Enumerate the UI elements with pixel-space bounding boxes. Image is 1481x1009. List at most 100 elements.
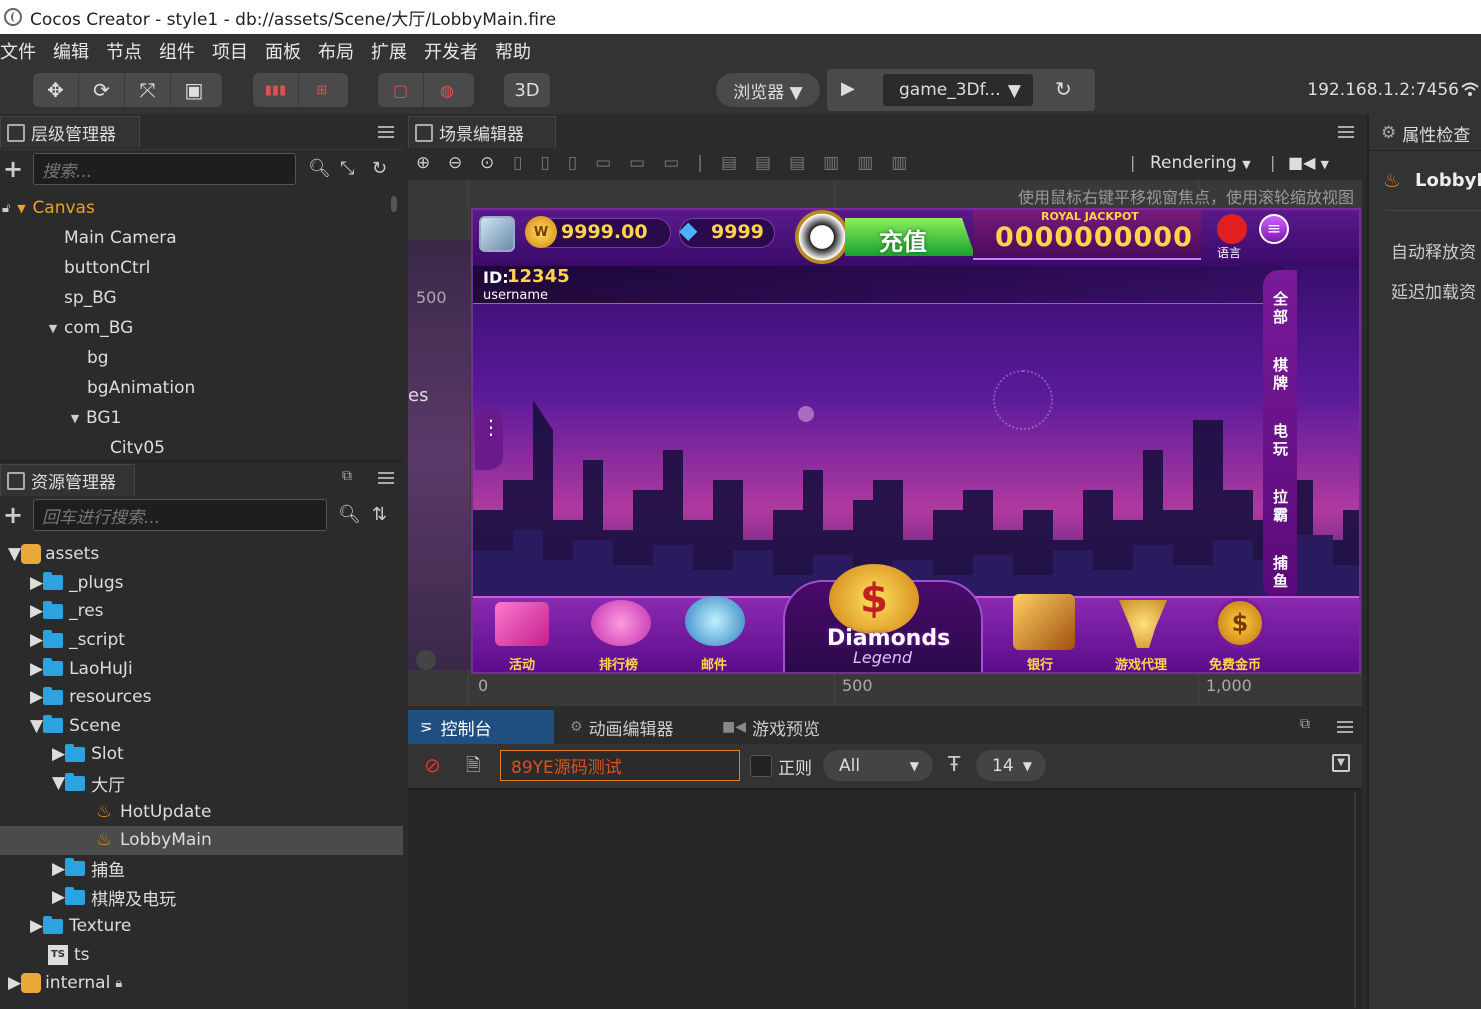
tree-row-com-bg[interactable]: ▼ com_BG <box>0 313 390 343</box>
side-tab-slots[interactable]: 拉霸 <box>1273 488 1289 524</box>
hierarchy-scrollbar[interactable] <box>391 196 397 212</box>
tree-row-bg1[interactable]: ▼ BG1 <box>0 403 390 433</box>
avatar[interactable] <box>479 216 515 252</box>
log-level-select[interactable]: All ▼ <box>823 750 933 781</box>
asset-row-hotupdate[interactable]: ♨ HotUpdate <box>0 797 403 826</box>
rendering-select[interactable]: Rendering ▼ <box>1150 153 1251 173</box>
sort-icon[interactable]: ⇅ <box>372 504 387 525</box>
hierarchy-search-input[interactable]: 搜索... <box>33 153 296 185</box>
asset-row-plugs[interactable]: ▶ _plugs <box>0 569 403 598</box>
console-filter-input[interactable]: 89YE源码测试 <box>500 750 740 781</box>
caret-right-icon[interactable]: ▶ <box>52 744 65 764</box>
tab-console[interactable]: ⋝ 控制台 <box>408 710 554 744</box>
tree-row-sp-bg[interactable]: sp_BG <box>0 283 390 313</box>
assets-search-input[interactable]: 回车进行搜索... <box>33 499 327 531</box>
tab-assets[interactable]: 资源管理器 <box>0 464 135 496</box>
side-tab-chess[interactable]: 棋牌 <box>1273 356 1289 392</box>
scale-tool-icon[interactable]: ⤧ <box>125 73 171 107</box>
tree-row-buttonctrl[interactable]: buttonCtrl <box>0 253 390 283</box>
panel-menu-icon[interactable] <box>378 472 394 484</box>
menu-project[interactable]: 项目 <box>212 38 256 64</box>
globe-gizmo-icon[interactable]: ◍ <box>424 73 470 107</box>
tree-row-main-camera[interactable]: Main Camera <box>0 223 390 253</box>
panel-menu-icon[interactable] <box>1338 126 1354 138</box>
free-coin-icon[interactable]: $ <box>1215 598 1265 648</box>
font-size-select[interactable]: 14 ▼ <box>976 750 1046 781</box>
caret-right-icon[interactable]: ▶ <box>30 630 43 650</box>
search-icon[interactable]: 🔍︎ <box>338 504 361 525</box>
collapse-log-icon[interactable]: ▼ <box>1332 754 1350 772</box>
gift-box-icon[interactable] <box>495 602 549 646</box>
asset-row-script[interactable]: ▶ _script <box>0 626 403 655</box>
clear-console-icon[interactable]: ⊘ <box>424 753 441 777</box>
scene-gizmo-icon[interactable]: ▢ <box>378 73 424 107</box>
open-log-file-icon[interactable]: 🗎︎ <box>466 753 480 783</box>
asset-row-internal[interactable]: ▶ internal 🔒︎ <box>0 969 403 998</box>
caret-right-icon[interactable]: ▶ <box>52 887 65 907</box>
asset-row-chess-games[interactable]: ▶ 棋牌及电玩 <box>0 883 403 912</box>
tab-inspector[interactable]: ⚙ 属性检查 <box>1369 116 1481 150</box>
coordinate-mode-icon[interactable]: ⊞ <box>299 73 345 107</box>
caret-down-icon[interactable]: ▼ <box>8 544 21 564</box>
add-node-icon[interactable]: + <box>3 155 23 183</box>
caret-down-icon[interactable]: ▼ <box>46 322 60 335</box>
caret-right-icon[interactable]: ▶ <box>30 601 43 621</box>
preview-ip-address[interactable]: 192.168.1.2:7456 <box>1307 80 1459 100</box>
leaderboard-icon[interactable] <box>591 600 651 646</box>
asset-row-texture[interactable]: ▶ Texture <box>0 912 403 941</box>
caret-right-icon[interactable]: ▶ <box>8 973 21 993</box>
side-tab-all[interactable]: 全部 <box>1273 290 1289 326</box>
asset-row-ts[interactable]: TS ts <box>0 940 403 969</box>
panel-menu-icon[interactable] <box>1337 721 1353 733</box>
console-scrollbar[interactable] <box>1354 793 1356 1008</box>
caret-right-icon[interactable]: ▶ <box>30 916 43 936</box>
caret-down-icon[interactable]: ▼ <box>30 716 43 736</box>
toggle-3d-button[interactable]: 3D <box>504 73 550 107</box>
asset-row-assets[interactable]: ▼ assets <box>0 540 403 569</box>
popout-icon[interactable]: ⧉ <box>1300 716 1310 732</box>
hamburger-menu-icon[interactable]: ≡ <box>1259 214 1289 244</box>
pivot-mode-icon[interactable]: ▮▮▮ <box>253 73 299 107</box>
caret-right-icon[interactable]: ▶ <box>30 659 43 679</box>
asset-row-fishing[interactable]: ▶ 捕鱼 <box>0 855 403 884</box>
scene-select[interactable]: game_3Df... ▼ <box>883 74 1033 106</box>
unlock-icon[interactable]: 🔓︎ <box>2 201 10 216</box>
tree-row-bganimation[interactable]: bgAnimation <box>0 373 390 403</box>
caret-right-icon[interactable]: ▶ <box>30 687 43 707</box>
tab-game-preview[interactable]: ■◀ 游戏预览 <box>710 710 832 744</box>
camera-select-icon[interactable]: ■◀ ▼ <box>1288 153 1329 172</box>
refresh-icon[interactable]: ↻ <box>1055 77 1079 101</box>
zoom-reset-icon[interactable]: ⊙ <box>480 153 494 173</box>
scene-viewport[interactable]: 500 es 0 0 500 1,000 使用鼠标右键平移视窗焦点，使用滚轮缩放… <box>408 180 1362 706</box>
menu-node[interactable]: 节点 <box>106 38 150 64</box>
tree-row-canvas[interactable]: 🔓︎ ▼ Canvas <box>0 193 390 223</box>
caret-right-icon[interactable]: ▶ <box>30 573 43 593</box>
menu-layout[interactable]: 布局 <box>318 38 362 64</box>
rect-tool-icon[interactable]: ▣ <box>171 73 217 107</box>
caret-right-icon[interactable]: ▶ <box>52 859 65 879</box>
caret-down-icon[interactable]: ▼ <box>14 202 28 215</box>
menu-edit[interactable]: 编辑 <box>53 38 97 64</box>
caret-down-icon[interactable]: ▼ <box>52 773 65 793</box>
asset-row-res[interactable]: ▶ _res <box>0 597 403 626</box>
caret-down-icon[interactable]: ▼ <box>68 412 82 425</box>
asset-row-resources[interactable]: ▶ resources <box>0 683 403 712</box>
console-output[interactable] <box>408 788 1362 1009</box>
regex-checkbox[interactable] <box>750 755 772 777</box>
tab-scene-editor[interactable]: 场景编辑器 <box>408 116 556 148</box>
align-tools-icon[interactable]: ▯▯▯▭▭▭|▤▤▤▥▥▥ <box>513 153 925 173</box>
preview-platform-select[interactable]: 浏览器 ▼ <box>716 73 820 107</box>
mail-icon[interactable] <box>685 596 745 646</box>
side-tab-arcade[interactable]: 电玩 <box>1273 422 1289 458</box>
side-tab-fishing[interactable]: 捕鱼 <box>1273 554 1289 590</box>
search-icon[interactable]: 🔍︎ <box>308 158 331 179</box>
menu-extension[interactable]: 扩展 <box>371 38 415 64</box>
asset-row-lobby-folder[interactable]: ▼ 大厅 <box>0 769 403 798</box>
menu-file[interactable]: 文件 <box>0 38 44 64</box>
rotate-tool-icon[interactable]: ⟳ <box>79 73 125 107</box>
popout-icon[interactable]: ⧉ <box>342 468 352 484</box>
zoom-in-icon[interactable]: ⊕ <box>416 153 430 173</box>
asset-row-lobbymain[interactable]: ♨ LobbyMain <box>0 825 403 855</box>
menu-panel[interactable]: 面板 <box>265 38 309 64</box>
tab-animation-editor[interactable]: ⚙ 动画编辑器 <box>558 710 686 744</box>
